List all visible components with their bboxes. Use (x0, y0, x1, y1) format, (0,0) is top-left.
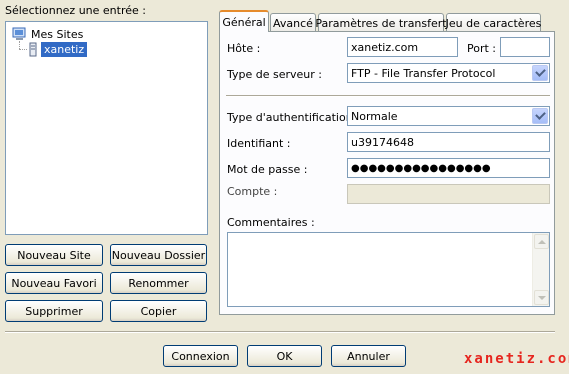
auth-type-label: Type d'authentification : (227, 111, 360, 124)
password-input[interactable]: ●●●●●●●●●●●●●●●● (347, 158, 550, 178)
rename-button[interactable]: Renommer (110, 272, 207, 294)
auth-type-select[interactable]: Normale (347, 106, 550, 126)
cancel-button[interactable]: Annuler (331, 345, 406, 367)
server-type-select[interactable]: FTP - File Transfer Protocol (347, 63, 550, 83)
tree-item-root[interactable]: Mes Sites (12, 26, 86, 42)
new-folder-button[interactable]: Nouveau Dossier (110, 244, 207, 266)
user-input[interactable]: u39174648 (347, 132, 550, 152)
chevron-down-icon[interactable] (532, 108, 548, 124)
server-icon (29, 42, 37, 56)
site-tree[interactable]: Mes Sites xanetiz (5, 21, 208, 235)
divider (226, 95, 550, 97)
port-input[interactable] (500, 37, 550, 57)
tree-root-label: Mes Sites (31, 27, 84, 41)
tab-charset[interactable]: Jeu de caractères (446, 13, 541, 32)
delete-button[interactable]: Supprimer (5, 300, 103, 322)
computer-icon (12, 27, 26, 40)
user-label: Identifiant : (227, 137, 291, 150)
host-label: Hôte : (227, 42, 261, 55)
scroll-down-icon[interactable] (534, 290, 549, 305)
account-input (347, 184, 550, 204)
auth-type-value: Normale (351, 109, 398, 123)
tree-item-site[interactable]: xanetiz (28, 41, 88, 57)
tree-connector (19, 41, 20, 49)
ok-button[interactable]: OK (247, 345, 322, 367)
tree-connector (19, 49, 27, 50)
tab-advanced[interactable]: Avancé (270, 13, 316, 32)
chevron-down-icon[interactable] (532, 65, 548, 81)
account-label: Compte : (227, 185, 278, 198)
comments-textarea[interactable] (227, 232, 550, 307)
port-label: Port : (467, 42, 497, 55)
new-favorite-button[interactable]: Nouveau Favori (5, 272, 103, 294)
connect-button[interactable]: Connexion (163, 345, 238, 367)
tree-site-label: xanetiz (41, 41, 88, 57)
password-label: Mot de passe : (227, 163, 308, 176)
watermark: xanetiz.com (464, 351, 569, 367)
server-type-value: FTP - File Transfer Protocol (351, 66, 496, 80)
copy-button[interactable]: Copier (110, 300, 207, 322)
scroll-up-icon[interactable] (534, 234, 549, 249)
footer-divider (5, 331, 555, 333)
vertical-scrollbar[interactable] (532, 233, 549, 306)
comments-label: Commentaires : (227, 216, 315, 229)
select-entry-label: Sélectionnez une entrée : (5, 4, 146, 17)
tab-general[interactable]: Général (219, 10, 269, 32)
new-site-button[interactable]: Nouveau Site (5, 244, 103, 266)
tab-transfer-settings[interactable]: Paramètres de transfert (315, 13, 447, 32)
server-type-label: Type de serveur : (227, 68, 323, 81)
host-input[interactable]: xanetiz.com (347, 37, 458, 57)
